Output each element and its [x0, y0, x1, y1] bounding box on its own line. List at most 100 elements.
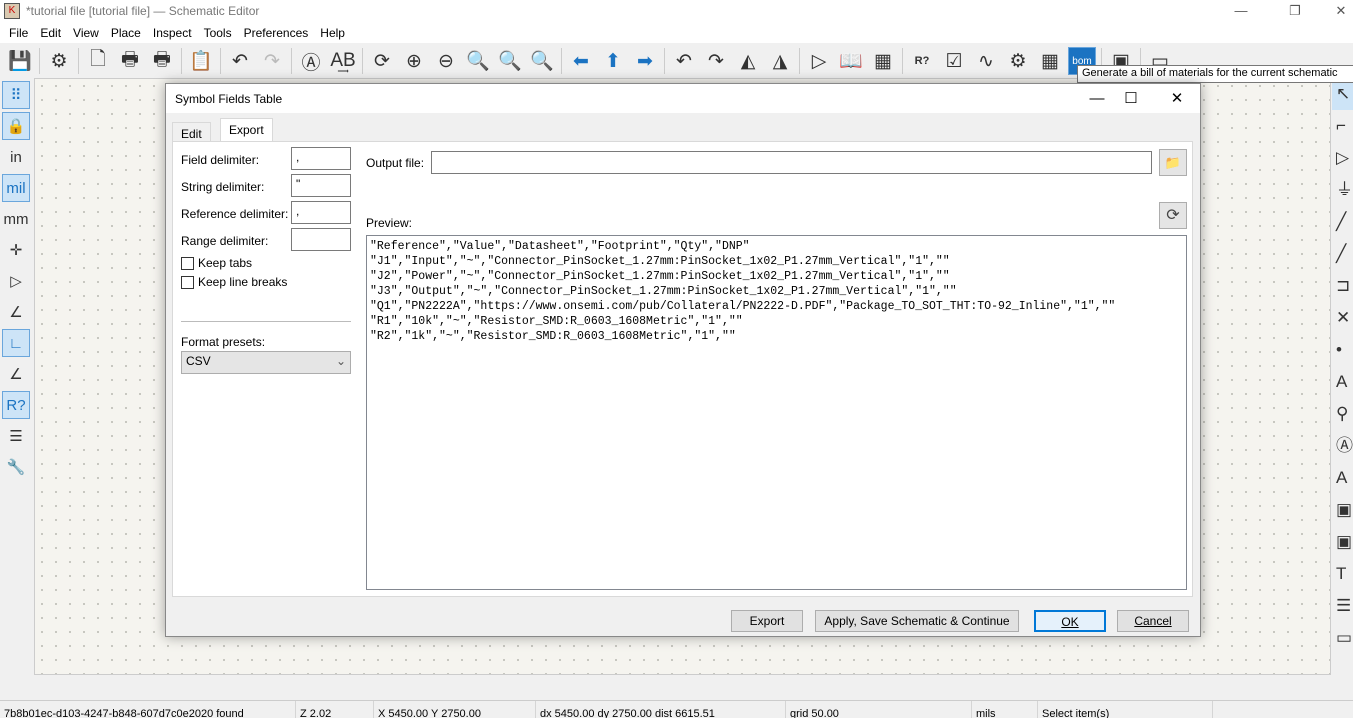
range-delimiter-input[interactable] — [291, 228, 351, 251]
hidden-pins-icon[interactable]: ▷ — [2, 267, 30, 295]
hierarchy-navigator-icon[interactable]: ☰ — [2, 422, 30, 450]
add-power-icon[interactable]: ⏚ — [1332, 174, 1353, 206]
grid-lock-icon[interactable]: 🔒 — [2, 112, 30, 140]
grid-icon[interactable]: ⠿ — [2, 81, 30, 109]
properties-icon[interactable]: 🔧 — [2, 453, 30, 481]
highlight-net-icon[interactable]: ⌐ — [1332, 110, 1353, 142]
cursor-crosshair-icon[interactable]: ✛ — [2, 236, 30, 264]
line-mode-45-icon[interactable]: ∠ — [2, 360, 30, 388]
page-settings-icon[interactable]: 🗋 — [84, 47, 112, 75]
no-connect-icon[interactable]: ✕ — [1332, 302, 1353, 334]
simulator-icon[interactable]: ∿ — [972, 47, 1000, 75]
symbol-library-browser-icon[interactable]: 📖 — [837, 47, 865, 75]
zoom-in-icon[interactable]: ⊕ — [400, 47, 428, 75]
keep-tabs-checkbox[interactable]: Keep tabs — [181, 256, 252, 270]
menu-view[interactable]: View — [67, 26, 105, 40]
menu-place[interactable]: Place — [105, 26, 147, 40]
keep-line-breaks-checkbox[interactable]: Keep line breaks — [181, 275, 287, 289]
dialog-close-button[interactable]: ✕ — [1154, 84, 1200, 113]
zoom-selection-icon[interactable]: 🔍 — [528, 47, 556, 75]
units-inches-icon[interactable]: in — [2, 143, 30, 171]
add-global-label-icon[interactable]: Ⓐ — [1332, 430, 1353, 462]
tab-export[interactable]: Export — [220, 118, 273, 142]
print-icon[interactable]: 🖶 — [116, 47, 144, 75]
footprint-editor-icon[interactable]: ▦ — [869, 47, 897, 75]
add-textbox-icon[interactable]: ☰ — [1332, 590, 1353, 622]
output-file-input[interactable] — [431, 151, 1152, 174]
reference-delimiter-input[interactable]: , — [291, 201, 351, 224]
undo-icon[interactable]: ↶ — [226, 47, 254, 75]
export-button[interactable]: Export — [731, 610, 803, 632]
apply-save-continue-button[interactable]: Apply, Save Schematic & Continue — [815, 610, 1019, 632]
dialog-maximize-button[interactable]: ☐ — [1108, 84, 1154, 113]
add-netclass-icon[interactable]: ⚲ — [1332, 398, 1353, 430]
rotate-cw-icon[interactable]: ↷ — [702, 47, 730, 75]
add-bus-entry-icon[interactable]: ⊐ — [1332, 270, 1353, 302]
reference-delimiter-label: Reference delimiter: — [181, 207, 289, 221]
zoom-objects-icon[interactable]: 🔍 — [496, 47, 524, 75]
add-wire-icon[interactable]: ╱ — [1332, 206, 1353, 238]
add-rectangle-icon[interactable]: ▭ — [1332, 622, 1353, 654]
symbol-editor-icon[interactable]: ▷ — [805, 47, 833, 75]
line-mode-90-icon[interactable]: ∟ — [2, 329, 30, 357]
menu-help[interactable]: Help — [314, 26, 351, 40]
menu-file[interactable]: File — [3, 26, 34, 40]
string-delimiter-input[interactable]: " — [291, 174, 351, 197]
preview-text-area[interactable]: "Reference","Value","Datasheet","Footpri… — [366, 235, 1187, 590]
rotate-ccw-icon[interactable]: ↶ — [670, 47, 698, 75]
find-icon[interactable]: Ⓐ — [297, 47, 325, 75]
cancel-button[interactable]: Cancel — [1117, 610, 1189, 632]
paste-icon[interactable]: 📋 — [187, 47, 215, 75]
field-delimiter-input[interactable]: , — [291, 147, 351, 170]
tooltip: Generate a bill of materials for the cur… — [1077, 65, 1353, 83]
symbol-fields-table-icon[interactable]: ▦ — [1036, 47, 1064, 75]
add-label-icon[interactable]: A — [1332, 366, 1353, 398]
ok-button[interactable]: OK — [1034, 610, 1106, 632]
line-mode-free-icon[interactable]: ∠ — [2, 298, 30, 326]
restore-button[interactable]: ❐ — [1272, 0, 1318, 22]
import-sheet-pin-icon[interactable]: ▣ — [1332, 526, 1353, 558]
format-presets-select[interactable]: CSV ⌄ — [181, 351, 351, 374]
add-symbol-icon[interactable]: ▷ — [1332, 142, 1353, 174]
plot-icon[interactable]: 🖶 — [148, 47, 176, 75]
units-mils-icon[interactable]: mil — [2, 174, 30, 202]
navigate-forward-icon[interactable]: ➡ — [631, 47, 659, 75]
find-replace-icon[interactable]: A͢B — [329, 47, 357, 75]
add-text-icon[interactable]: T — [1332, 558, 1353, 590]
save-icon[interactable]: 💾 — [6, 47, 34, 75]
checkbox-box[interactable] — [181, 275, 194, 289]
toolbar-separator — [220, 48, 221, 74]
redo-icon[interactable]: ↷ — [258, 47, 286, 75]
refresh-icon: ⟳ — [1166, 207, 1180, 224]
close-window-button[interactable]: ✕ — [1318, 0, 1353, 22]
navigate-up-icon[interactable]: ⬆ — [599, 47, 627, 75]
menu-bar: File Edit View Place Inspect Tools Preferences… — [0, 22, 1353, 43]
zoom-page-icon[interactable]: 🔍 — [464, 47, 492, 75]
menu-edit[interactable]: Edit — [34, 26, 67, 40]
schematic-setup-icon[interactable]: ⚙ — [45, 47, 73, 75]
units-mm-icon[interactable]: mm — [2, 205, 30, 233]
mirror-horizontal-icon[interactable]: ◮ — [766, 47, 794, 75]
add-junction-icon[interactable]: • — [1332, 334, 1353, 366]
minimize-button[interactable]: — — [1218, 0, 1264, 22]
erc-icon[interactable]: ☑ — [940, 47, 968, 75]
refresh-icon[interactable]: ⟳ — [368, 47, 396, 75]
status-bar: 7b8b01ec-d103-4247-b848-607d7c0e2020 fou… — [0, 700, 1353, 718]
zoom-out-icon[interactable]: ⊖ — [432, 47, 460, 75]
browse-folder-button[interactable]: 📁 — [1159, 149, 1187, 176]
menu-tools[interactable]: Tools — [198, 26, 238, 40]
add-sheet-icon[interactable]: ▣ — [1332, 494, 1353, 526]
annotation-icon[interactable]: R? — [2, 391, 30, 419]
toolbar-separator — [291, 48, 292, 74]
refresh-preview-button[interactable]: ⟳ — [1159, 202, 1187, 229]
status-grid: grid 50.00 — [786, 701, 972, 718]
menu-preferences[interactable]: Preferences — [238, 26, 315, 40]
mirror-vertical-icon[interactable]: ◭ — [734, 47, 762, 75]
assign-footprints-icon[interactable]: ⚙ — [1004, 47, 1032, 75]
menu-inspect[interactable]: Inspect — [147, 26, 198, 40]
add-hierarchical-label-icon[interactable]: A — [1332, 462, 1353, 494]
annotate-icon[interactable]: R? — [908, 47, 936, 75]
add-bus-icon[interactable]: ╱ — [1332, 238, 1353, 270]
checkbox-box[interactable] — [181, 256, 194, 270]
navigate-back-icon[interactable]: ⬅ — [567, 47, 595, 75]
